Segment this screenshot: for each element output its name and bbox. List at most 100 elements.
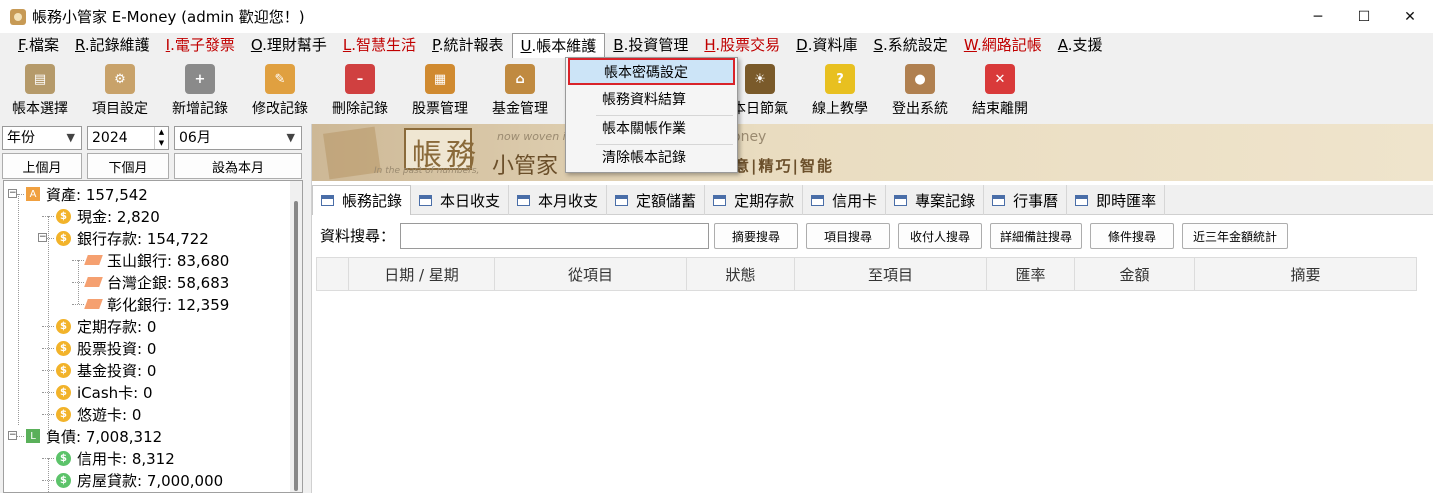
tab-1[interactable]: 本日收支 [411, 185, 510, 215]
toolbar-button-5[interactable]: ▦ 股票管理 [400, 58, 480, 120]
summary-search-button[interactable]: 摘要搜尋 [714, 223, 798, 249]
column-header-date[interactable]: 日期 / 星期 [349, 258, 495, 290]
toolbar-button-1[interactable]: ⚙ 項目設定 [80, 58, 160, 120]
column-header-amount[interactable]: 金額 [1075, 258, 1195, 290]
tree-node[interactable]: $ 定期存款: 0 [56, 315, 156, 337]
menu-w[interactable]: W.網路記帳 [956, 33, 1050, 58]
prev-month-button[interactable]: 上個月 [2, 153, 82, 179]
menu-item-account-settlement[interactable]: 帳務資料結算 [568, 87, 735, 114]
tree-node[interactable]: $ 房屋貸款: 7,000,000 [56, 469, 223, 491]
menu-u[interactable]: U.帳本維護 [511, 33, 606, 58]
column-header-from-item[interactable]: 從項目 [495, 258, 687, 290]
tab-8[interactable]: 即時匯率 [1067, 185, 1166, 215]
collapse-icon[interactable]: − [38, 233, 47, 242]
toolbar-label: 基金管理 [492, 101, 548, 117]
records-grid-header: 日期 / 星期 從項目 狀態 至項目 匯率 金額 摘要 [316, 257, 1417, 291]
next-month-button[interactable]: 下個月 [87, 153, 169, 179]
table-icon [321, 195, 334, 206]
tree-scrollbar[interactable] [290, 181, 302, 492]
column-header-rate[interactable]: 匯率 [987, 258, 1075, 290]
tree-node[interactable]: $ 銀行存款: 154,722 [56, 227, 209, 249]
menu-item-ledger-close[interactable]: 帳本關帳作業 [568, 116, 735, 143]
table-icon [419, 194, 433, 206]
minimize-button[interactable]: ─ [1295, 0, 1341, 33]
help-question-icon: ? [825, 64, 855, 94]
condition-search-button[interactable]: 條件搜尋 [1090, 223, 1174, 249]
toolbar-button-2[interactable]: + 新增記錄 [160, 58, 240, 120]
menu-l[interactable]: L.智慧生活 [335, 33, 424, 58]
coin-icon: $ [56, 318, 71, 334]
menu-b[interactable]: B.投資管理 [605, 33, 696, 58]
tab-label: 專案記錄 [915, 191, 976, 210]
scrollbar-thumb[interactable] [294, 201, 298, 491]
tab-2[interactable]: 本月收支 [509, 185, 608, 215]
toolbar-button-11[interactable]: ● 登出系統 [880, 58, 960, 120]
column-header-select[interactable] [317, 258, 349, 290]
menu-r[interactable]: R.記錄維護 [67, 33, 158, 58]
month-select[interactable]: 06月 ▼ [174, 126, 302, 150]
tree-node-label: 現金: 2,820 [77, 207, 160, 226]
column-header-to-item[interactable]: 至項目 [795, 258, 987, 290]
tab-5[interactable]: 信用卡 [803, 185, 887, 215]
period-type-select[interactable]: 年份 ▼ [2, 126, 82, 150]
tree-node[interactable]: 玉山銀行: 83,680 [84, 249, 229, 271]
toolbar-button-3[interactable]: ✎ 修改記錄 [240, 58, 320, 120]
column-header-summary[interactable]: 摘要 [1195, 258, 1416, 290]
coin-icon: $ [56, 384, 71, 400]
toolbar-button-12[interactable]: ✕ 結束離開 [960, 58, 1040, 120]
toolbar-label: 登出系統 [892, 101, 948, 117]
toolbar-button-10[interactable]: ? 線上教學 [800, 58, 880, 120]
payee-search-button[interactable]: 收付人搜尋 [898, 223, 982, 249]
close-button[interactable]: ✕ [1387, 0, 1433, 33]
tree-node[interactable]: $ 信用卡: 8,312 [56, 447, 175, 469]
menu-accelerator-key: L [342, 36, 352, 54]
toolbar-button-4[interactable]: – 刪除記錄 [320, 58, 400, 120]
tree-node[interactable]: $ 基金投資: 0 [56, 359, 156, 381]
tab-6[interactable]: 專案記錄 [886, 185, 985, 215]
menu-item-clear-records[interactable]: 清除帳本記錄 [568, 145, 735, 172]
collapse-icon[interactable]: − [8, 189, 17, 198]
year-value: 2024 [92, 130, 128, 146]
maximize-button[interactable]: ☐ [1341, 0, 1387, 33]
three-year-stats-button[interactable]: 近三年金額統計 [1182, 223, 1288, 249]
menu-s[interactable]: S.系統設定 [866, 33, 956, 58]
tree-node[interactable]: $ iCash卡: 0 [56, 381, 153, 403]
menu-i[interactable]: I.電子發票 [158, 33, 243, 58]
tab-label: 定額儲蓄 [636, 191, 697, 210]
tree-node[interactable]: 台灣企銀: 58,683 [84, 271, 229, 293]
table-icon [713, 194, 727, 206]
tree-node[interactable]: A 資產: 157,542 [26, 183, 148, 205]
menu-a[interactable]: A.支援 [1050, 33, 1111, 58]
column-header-status[interactable]: 狀態 [687, 258, 795, 290]
toolbar-button-0[interactable]: ▤ 帳本選擇 [0, 58, 80, 120]
spin-arrows-icon[interactable]: ▲ ▼ [154, 127, 168, 149]
table-icon [1075, 194, 1089, 206]
collapse-icon[interactable]: − [8, 431, 17, 440]
title-bar: 帳務小管家 E-Money (admin 歡迎您！) ─ ☐ ✕ [0, 0, 1433, 33]
toolbar-button-6[interactable]: ⌂ 基金管理 [480, 58, 560, 120]
asset-badge-icon: A [26, 187, 40, 201]
tab-7[interactable]: 行事曆 [984, 185, 1068, 215]
tree-node[interactable]: 彰化銀行: 12,359 [84, 293, 230, 315]
tree-node[interactable]: $ 現金: 2,820 [56, 205, 160, 227]
menu-o[interactable]: O.理財幫手 [243, 33, 335, 58]
menu-f[interactable]: F.檔案 [10, 33, 67, 58]
tree-node[interactable]: $ 悠遊卡: 0 [56, 403, 141, 425]
menu-h[interactable]: H.股票交易 [696, 33, 788, 58]
set-this-month-button[interactable]: 設為本月 [174, 153, 302, 179]
year-stepper[interactable]: 2024 ▲ ▼ [87, 126, 169, 150]
note-search-button[interactable]: 詳細備註搜尋 [990, 223, 1082, 249]
tab-0[interactable]: 帳務記錄 [312, 185, 412, 215]
menu-p[interactable]: P.統計報表 [424, 33, 512, 58]
menu-d[interactable]: D.資料庫 [788, 33, 865, 58]
tab-3[interactable]: 定額儲蓄 [607, 185, 706, 215]
tree-node-label: 彰化銀行: 12,359 [107, 295, 230, 314]
toolbar-label: 新增記錄 [172, 101, 228, 117]
item-search-button[interactable]: 項目搜尋 [806, 223, 890, 249]
menu-item-ledger-password[interactable]: 帳本密碼設定 [568, 58, 735, 85]
tree-node[interactable]: L 負債: 7,008,312 [26, 425, 162, 447]
search-input[interactable] [400, 223, 709, 249]
tab-4[interactable]: 定期存款 [705, 185, 804, 215]
menu-accelerator-key: R [75, 36, 85, 54]
tree-node[interactable]: $ 股票投資: 0 [56, 337, 156, 359]
